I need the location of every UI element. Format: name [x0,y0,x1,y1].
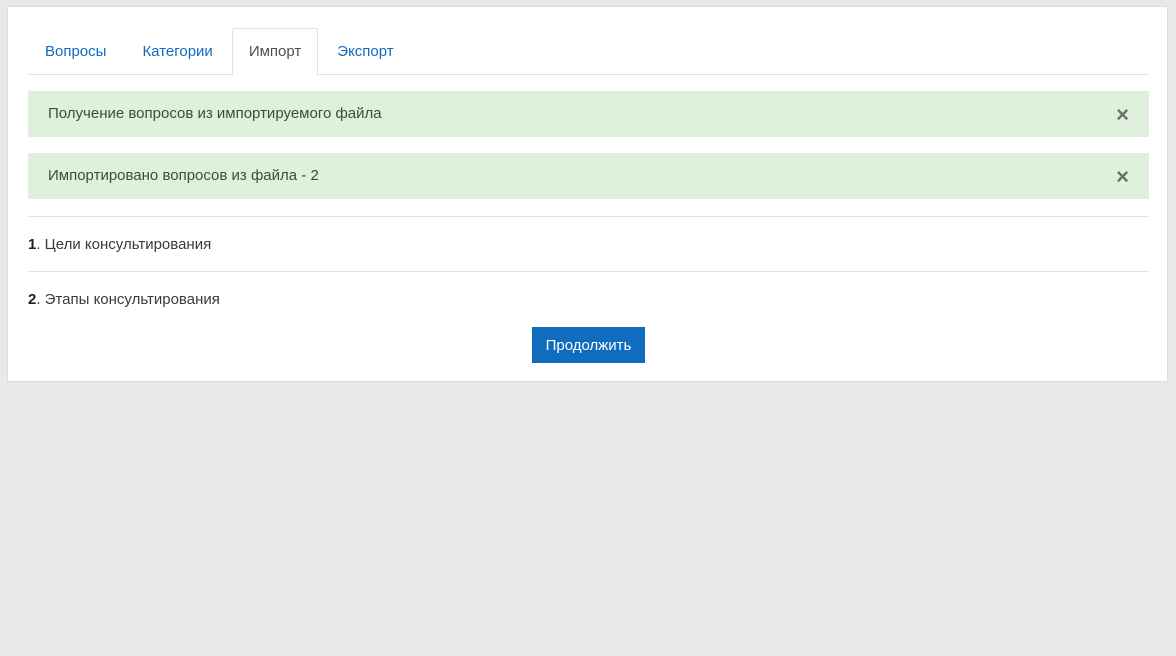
main-card: Вопросы Категории Импорт Экспорт Получен… [7,6,1168,382]
close-icon[interactable]: × [1116,153,1129,201]
tab-categories[interactable]: Категории [125,28,229,74]
alert-import-result: Импортировано вопросов из файла - 2 × [28,153,1149,199]
question-item: 2. Этапы консультирования [28,291,220,308]
tab-bar: Вопросы Категории Импорт Экспорт [28,28,1149,75]
divider [28,271,1149,272]
alert-text: Получение вопросов из импортируемого фай… [48,105,382,122]
tab-questions[interactable]: Вопросы [28,28,123,74]
close-icon[interactable]: × [1116,91,1129,139]
question-item: 1. Цели консультирования [28,236,211,253]
question-text: . Цели консультирования [36,236,212,253]
tab-import[interactable]: Импорт [231,28,319,75]
continue-button[interactable]: Продолжить [532,327,645,363]
alert-text: Импортировано вопросов из файла - 2 [48,167,319,184]
tab-export[interactable]: Экспорт [320,28,410,74]
alert-import-progress: Получение вопросов из импортируемого фай… [28,91,1149,137]
question-text: . Этапы консультирования [36,291,220,308]
divider [28,216,1149,217]
